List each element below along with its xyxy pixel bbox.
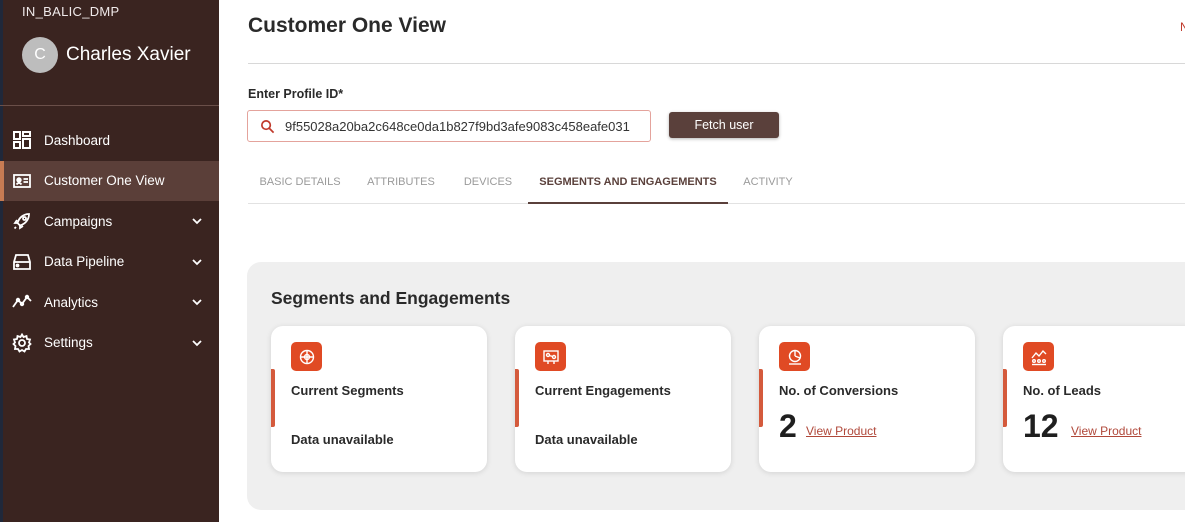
profile-id-field[interactable] xyxy=(247,110,651,142)
header-divider xyxy=(248,63,1185,64)
segments-panel: Segments and Engagements Current Segment… xyxy=(247,262,1185,510)
chevron-down-icon[interactable] xyxy=(191,215,203,227)
server-icon xyxy=(10,250,34,274)
sidebar-item-label: Settings xyxy=(44,335,93,351)
engagements-icon xyxy=(535,342,566,371)
sidebar-item-campaigns[interactable]: Campaigns xyxy=(0,201,219,242)
gear-icon xyxy=(10,331,34,355)
tab-attributes[interactable]: ATTRIBUTES xyxy=(355,164,447,204)
card-title: No. of Leads xyxy=(1023,383,1102,398)
fetch-user-button[interactable]: Fetch user xyxy=(669,112,779,138)
card-title: Current Engagements xyxy=(535,383,671,398)
tab-basic-details[interactable]: BASIC DETAILS xyxy=(248,164,352,204)
sidebar-item-label: Data Pipeline xyxy=(44,254,125,270)
rocket-icon xyxy=(10,209,34,233)
user-name: Charles Xavier xyxy=(66,44,191,65)
sidebar-nav: Dashboard Customer One View Campaigns Da… xyxy=(0,120,219,363)
tab-devices[interactable]: DEVICES xyxy=(455,164,521,204)
leads-count: 12 xyxy=(1023,408,1059,444)
panel-title: Segments and Engagements xyxy=(271,288,511,308)
card-value: Data unavailable xyxy=(291,432,394,447)
page-title: Customer One View xyxy=(248,14,447,37)
conversions-card: No. of Conversions 2 View Product xyxy=(759,326,975,472)
sidebar-item-analytics[interactable]: Analytics xyxy=(0,282,219,323)
sidebar-item-label: Customer One View xyxy=(44,173,165,189)
avatar: C xyxy=(22,37,58,73)
segments-icon xyxy=(291,342,322,371)
chevron-down-icon[interactable] xyxy=(191,337,203,349)
tab-bar: BASIC DETAILS ATTRIBUTES DEVICES SEGMENT… xyxy=(248,164,1185,204)
current-engagements-card: Current Engagements Data unavailable xyxy=(515,326,731,472)
leads-card: No. of Leads 12 View Product xyxy=(1003,326,1185,472)
user-profile[interactable]: C Charles Xavier xyxy=(22,37,191,73)
card-accent xyxy=(1003,369,1007,427)
sidebar-item-dashboard[interactable]: Dashboard xyxy=(0,120,219,161)
org-name: IN_BALIC_DMP xyxy=(22,4,120,19)
dashboard-icon xyxy=(10,128,34,152)
sidebar-divider xyxy=(0,105,219,106)
header-corner-text[interactable]: N xyxy=(1180,20,1185,34)
card-accent xyxy=(515,369,519,427)
profile-id-input[interactable] xyxy=(285,118,650,134)
profile-id-label: Enter Profile ID* xyxy=(248,87,344,101)
card-accent xyxy=(271,369,275,427)
leads-icon xyxy=(1023,342,1054,371)
current-segments-card: Current Segments Data unavailable xyxy=(271,326,487,472)
sidebar-item-label: Campaigns xyxy=(44,213,113,229)
tab-segments-and-engagements[interactable]: SEGMENTS AND ENGAGEMENTS xyxy=(528,164,728,204)
tab-activity[interactable]: ACTIVITY xyxy=(734,164,802,204)
chevron-down-icon[interactable] xyxy=(191,256,203,268)
view-product-link[interactable]: View Product xyxy=(806,424,876,438)
sidebar-item-label: Dashboard xyxy=(44,132,111,148)
sidebar: IN_BALIC_DMP C Charles Xavier Dashboard … xyxy=(0,0,219,522)
conversions-icon xyxy=(779,342,810,371)
card-title: No. of Conversions xyxy=(779,383,899,398)
search-icon xyxy=(261,119,275,133)
sidebar-item-label: Analytics xyxy=(44,294,99,310)
sidebar-item-customer-one-view[interactable]: Customer One View xyxy=(0,160,219,201)
chevron-down-icon[interactable] xyxy=(191,296,203,308)
sidebar-item-data-pipeline[interactable]: Data Pipeline xyxy=(0,242,219,283)
view-product-link[interactable]: View Product xyxy=(1071,424,1141,438)
id-card-icon xyxy=(10,169,34,193)
card-title: Current Segments xyxy=(291,383,404,398)
sidebar-item-settings[interactable]: Settings xyxy=(0,323,219,364)
conversions-count: 2 xyxy=(779,408,797,444)
card-accent xyxy=(759,369,763,427)
analytics-icon xyxy=(10,290,34,314)
card-value: Data unavailable xyxy=(535,432,638,447)
